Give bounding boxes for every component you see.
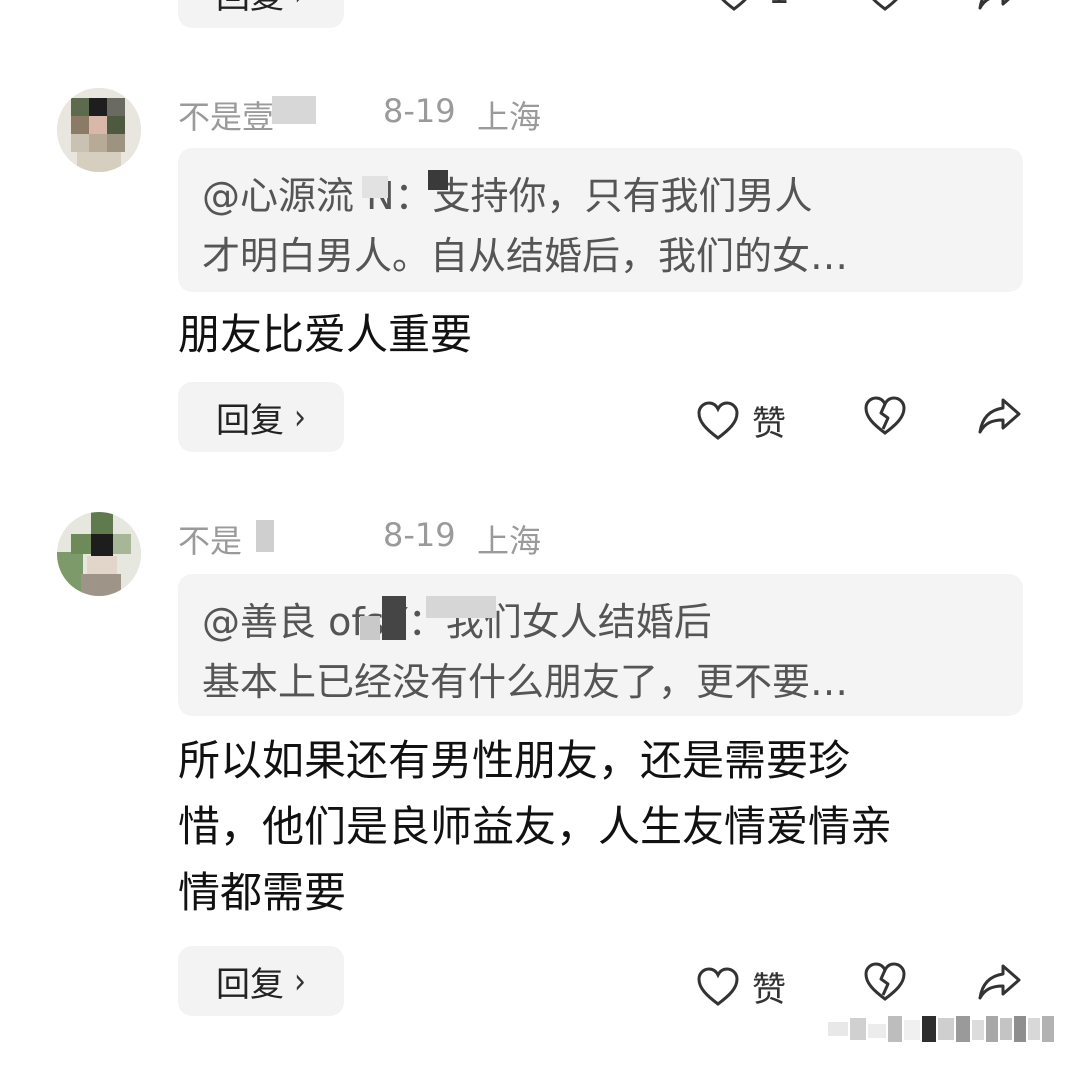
- name-mosaic: [256, 520, 274, 552]
- avatar[interactable]: [57, 88, 141, 172]
- quoted-comment[interactable]: @心源流 N：支持你，只有我们男人 才明白男人。自从结婚后，我们的女…: [178, 148, 1023, 292]
- like-button[interactable]: 赞: [696, 396, 786, 445]
- comment-date: 8-19: [383, 92, 456, 130]
- dislike-button-top[interactable]: [863, 0, 907, 12]
- broken-heart-icon: [864, 962, 906, 1001]
- quote-line: @心源流 N：支持你，只有我们男人: [202, 174, 813, 218]
- comment-meta: 不是 8-19 上海: [178, 516, 541, 562]
- comment-line: 所以如果还有男性朋友，还是需要珍: [178, 736, 851, 785]
- reply-button[interactable]: 回复 ›: [178, 382, 344, 452]
- reply-button-top[interactable]: 回复 ›: [178, 0, 344, 28]
- like-count: 1: [768, 0, 790, 12]
- dislike-button[interactable]: [863, 396, 907, 436]
- quote-mosaic: [360, 616, 380, 640]
- quoted-comment[interactable]: @善良 ofsY：我们女人结婚后 基本上已经没有什么朋友了，更不要…: [178, 574, 1023, 716]
- chevron-right-icon: ›: [294, 396, 306, 438]
- quote-line: @善良 ofsY：我们女人结婚后: [202, 600, 712, 644]
- like-button[interactable]: 赞: [696, 962, 786, 1011]
- share-button[interactable]: [977, 396, 1021, 436]
- comment-line: 情都需要: [178, 868, 347, 917]
- like-label: 赞: [752, 970, 786, 1010]
- comment-line: 惜，他们是良师益友，人生友情爱情亲: [178, 802, 893, 851]
- heart-icon: [721, 0, 747, 11]
- comment-text: 所以如果还有男性朋友，还是需要珍 惜，他们是良师益友，人生友情爱情亲 情都需要: [178, 728, 1028, 926]
- comment-date: 8-19: [383, 516, 456, 554]
- share-icon: [978, 398, 1021, 434]
- comment-meta: 不是壹 8-19 上海: [178, 92, 541, 138]
- share-button-top[interactable]: [977, 0, 1021, 12]
- comment-text: 朋友比爱人重要: [178, 310, 473, 359]
- share-icon: [978, 964, 1021, 1000]
- avatar[interactable]: [57, 512, 141, 596]
- quote-line: 才明白男人。自从结婚后，我们的女…: [202, 234, 849, 278]
- share-button[interactable]: [977, 962, 1021, 1002]
- reply-label: 回复: [216, 0, 284, 18]
- quote-mosaic: [426, 596, 496, 618]
- quote-line: 基本上已经没有什么朋友了，更不要…: [202, 660, 849, 704]
- like-button-top[interactable]: 1: [712, 0, 790, 12]
- dislike-button[interactable]: [863, 962, 907, 1002]
- share-icon: [978, 0, 1010, 10]
- heart-icon: [697, 400, 739, 440]
- quote-mosaic: [428, 170, 448, 190]
- author-name[interactable]: 不是: [178, 516, 383, 562]
- reply-label: 回复: [216, 964, 284, 1005]
- heart-icon: [697, 966, 739, 1006]
- watermark-mosaic: [828, 1016, 1056, 1042]
- comment-location: 上海: [477, 98, 542, 136]
- chevron-right-icon: ›: [294, 0, 306, 14]
- like-label: 赞: [752, 404, 786, 444]
- broken-heart-icon: [864, 396, 906, 435]
- name-mosaic: [272, 96, 316, 124]
- comment-location: 上海: [477, 522, 542, 560]
- quote-mosaic: [382, 596, 406, 640]
- chevron-right-icon: ›: [294, 960, 306, 1002]
- broken-heart-icon: [872, 0, 898, 11]
- reply-label: 回复: [216, 400, 284, 441]
- quote-mosaic: [362, 176, 388, 198]
- reply-button[interactable]: 回复 ›: [178, 946, 344, 1016]
